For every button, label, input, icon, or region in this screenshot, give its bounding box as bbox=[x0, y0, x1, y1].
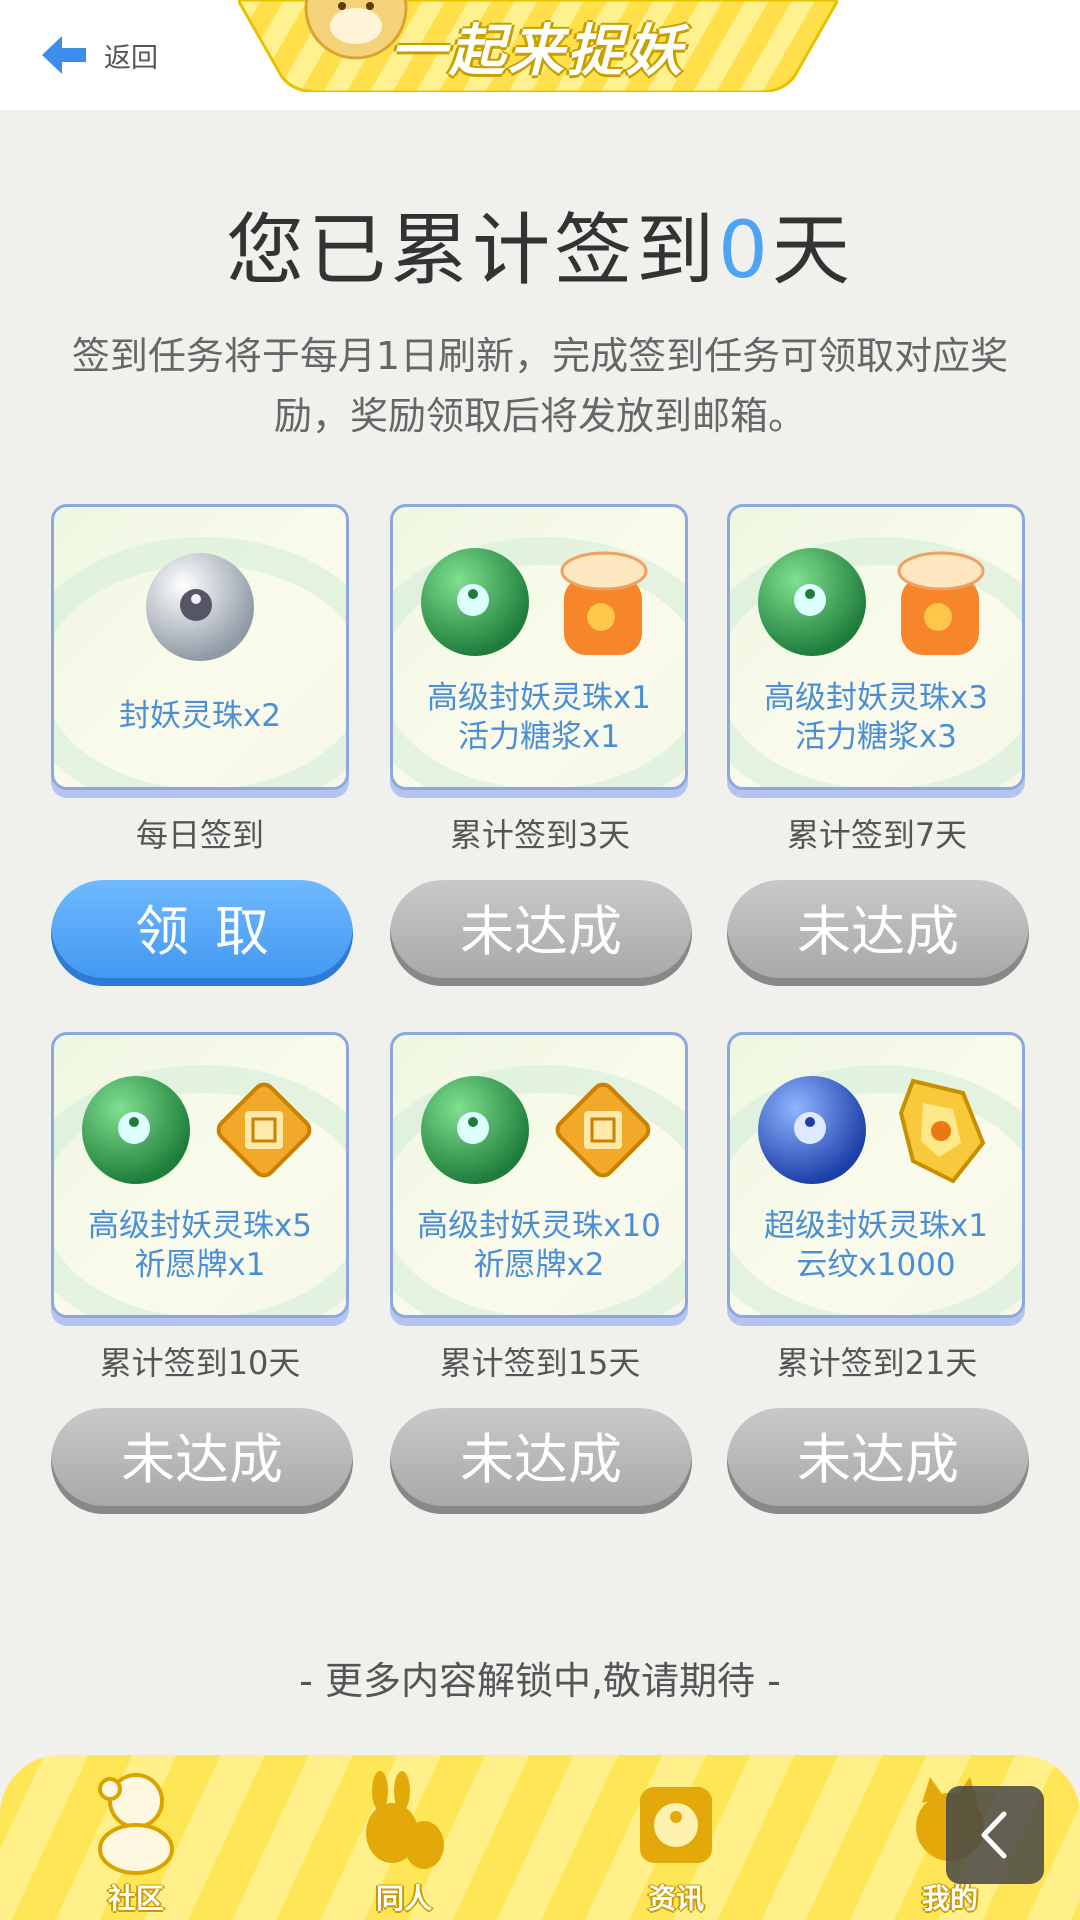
title-prefix: 您已累计签到 bbox=[226, 206, 719, 296]
community-icon bbox=[98, 1773, 174, 1875]
reward-label-line2: 活力糖浆x3 bbox=[794, 719, 958, 755]
reward-label: 封妖灵珠x2 bbox=[118, 698, 282, 734]
reward-card-15days: 高级封妖灵珠x10 祈愿牌x2 bbox=[390, 1032, 688, 1318]
reward-label-line1: 高级封妖灵珠x3 bbox=[763, 680, 989, 716]
tab-community[interactable]: 社区 bbox=[66, 1767, 206, 1917]
tab-label: 同人 bbox=[375, 1882, 432, 1915]
not-achieved-button[interactable]: 未达成 bbox=[727, 1408, 1029, 1514]
green-yinyang-orb-icon bbox=[421, 548, 529, 656]
reward-card-3days: 高级封妖灵珠x1 活力糖浆x1 bbox=[390, 504, 688, 790]
reward-condition: 累计签到10天 bbox=[99, 1344, 301, 1382]
green-yinyang-orb-icon bbox=[758, 548, 866, 656]
not-achieved-button[interactable]: 未达成 bbox=[390, 1408, 692, 1514]
back-arrow-icon bbox=[42, 36, 86, 74]
reward-label-line1: 超级封妖灵珠x1 bbox=[763, 1208, 989, 1244]
not-achieved-button[interactable]: 未达成 bbox=[51, 1408, 353, 1514]
back-label: 返回 bbox=[104, 42, 158, 74]
green-yinyang-orb-icon bbox=[421, 1076, 529, 1184]
fan-art-icon bbox=[366, 1771, 444, 1869]
reward-condition: 每日签到 bbox=[135, 816, 264, 854]
reward-label-line1: 高级封妖灵珠x10 bbox=[417, 1208, 661, 1244]
back-button[interactable]: 返回 bbox=[38, 30, 158, 80]
reward-label-line2: 祈愿牌x1 bbox=[134, 1247, 266, 1283]
reward-card-daily: 封妖灵珠x2 bbox=[51, 504, 349, 790]
syrup-jar-icon bbox=[560, 551, 648, 655]
floating-collapse-button[interactable] bbox=[946, 1786, 1044, 1884]
reward-label-line2: 云纹x1000 bbox=[796, 1247, 956, 1283]
wish-plaque-icon bbox=[216, 1082, 312, 1178]
reward-label-line2: 活力糖浆x1 bbox=[457, 719, 621, 755]
reward-label-line1: 高级封妖灵珠x5 bbox=[87, 1208, 313, 1244]
golden-crystal-icon bbox=[898, 1078, 986, 1184]
page-title: 您已累计签到0天 bbox=[0, 188, 1080, 300]
reward-condition: 累计签到21天 bbox=[776, 1344, 978, 1382]
more-content-note: - 更多内容解锁中,敬请期待 - bbox=[299, 1659, 781, 1703]
tab-fan-art[interactable]: 同人 bbox=[334, 1767, 474, 1917]
reward-condition: 累计签到3天 bbox=[449, 816, 631, 854]
chevron-left-icon bbox=[981, 1811, 1007, 1859]
syrup-jar-icon bbox=[897, 551, 985, 655]
title-suffix: 天 bbox=[771, 206, 854, 296]
news-icon bbox=[640, 1787, 712, 1863]
banner-title: 一起来捉妖 bbox=[390, 19, 685, 84]
bottom-tab-bar: 社区 同人 资讯 我的 bbox=[0, 1755, 1080, 1920]
signin-days-count: 0 bbox=[718, 206, 772, 296]
white-yinyang-orb-icon bbox=[146, 553, 254, 661]
signin-description: 签到任务将于每月1日刷新，完成签到任务可领取对应奖励，奖励领取后将发放到邮箱。 bbox=[71, 334, 1009, 438]
reward-condition: 累计签到7天 bbox=[786, 816, 968, 854]
wish-plaque-icon bbox=[555, 1082, 651, 1178]
claim-button[interactable]: 领取 bbox=[51, 880, 353, 986]
not-achieved-button[interactable]: 未达成 bbox=[390, 880, 692, 986]
reward-label-line2: 祈愿牌x2 bbox=[473, 1247, 605, 1283]
tab-label: 资讯 bbox=[647, 1882, 704, 1915]
reward-card-10days: 高级封妖灵珠x5 祈愿牌x1 bbox=[51, 1032, 349, 1318]
tab-label: 社区 bbox=[107, 1882, 164, 1915]
reward-label-line1: 高级封妖灵珠x1 bbox=[426, 680, 652, 716]
reward-condition: 累计签到15天 bbox=[439, 1344, 641, 1382]
reward-card-21days: 超级封妖灵珠x1 云纹x1000 bbox=[727, 1032, 1025, 1318]
tab-news[interactable]: 资讯 bbox=[606, 1767, 746, 1917]
not-achieved-button[interactable]: 未达成 bbox=[727, 880, 1029, 986]
green-yinyang-orb-icon bbox=[82, 1076, 190, 1184]
reward-card-7days: 高级封妖灵珠x3 活力糖浆x3 bbox=[727, 504, 1025, 790]
blue-yinyang-orb-icon bbox=[758, 1076, 866, 1184]
